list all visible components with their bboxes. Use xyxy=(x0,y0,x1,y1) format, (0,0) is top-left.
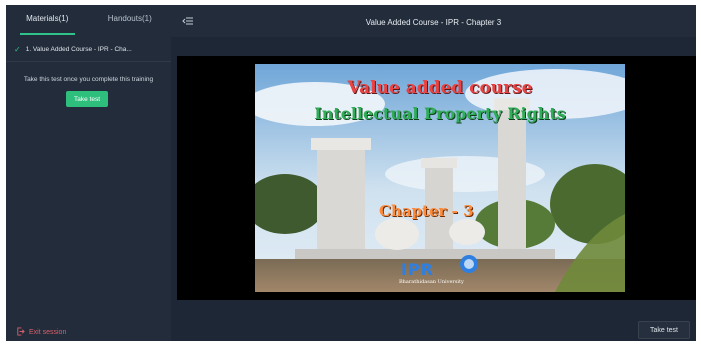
slide-chapter: Chapter - 3 xyxy=(379,202,474,220)
tab-handouts[interactable]: Handouts(1) xyxy=(89,5,172,37)
slide-background xyxy=(255,64,625,292)
exit-icon xyxy=(16,327,29,338)
sidebar: Materials(1) Handouts(1) ✓ 1. Value Adde… xyxy=(6,5,171,341)
ipr-logo-subtitle: Bharathidasan University xyxy=(399,279,464,285)
material-item-label: 1. Value Added Course - IPR - Cha... xyxy=(25,45,132,53)
check-icon: ✓ xyxy=(14,44,21,54)
test-note: Take this test once you complete this tr… xyxy=(23,76,154,83)
bottom-bar xyxy=(171,317,696,341)
course-player-window: Materials(1) Handouts(1) ✓ 1. Value Adde… xyxy=(6,5,696,341)
slide-frame: Value added course Intellectual Property… xyxy=(255,64,625,292)
slide-title-line2: Intellectual Property Rights xyxy=(314,104,566,123)
take-test-button[interactable]: Take test xyxy=(638,321,690,339)
tab-materials[interactable]: Materials(1) xyxy=(6,5,89,37)
sidebar-tabs: Materials(1) Handouts(1) xyxy=(6,5,171,37)
take-test-button-sidebar[interactable]: Take test xyxy=(66,91,108,107)
slide-title-line1: Value added course xyxy=(347,78,533,98)
ipr-logo-text: IPR xyxy=(401,260,434,279)
video-player[interactable]: Value added course Intellectual Property… xyxy=(177,56,696,300)
header: Value Added Course - IPR - Chapter 3 xyxy=(171,5,696,37)
page-title: Value Added Course - IPR - Chapter 3 xyxy=(365,18,502,27)
exit-session-button[interactable]: Exit session xyxy=(16,327,66,338)
ipr-logo: IPR Bharathidasan University xyxy=(397,260,487,292)
material-item[interactable]: ✓ 1. Value Added Course - IPR - Cha... xyxy=(6,37,171,62)
exit-session-label: Exit session xyxy=(29,329,67,336)
